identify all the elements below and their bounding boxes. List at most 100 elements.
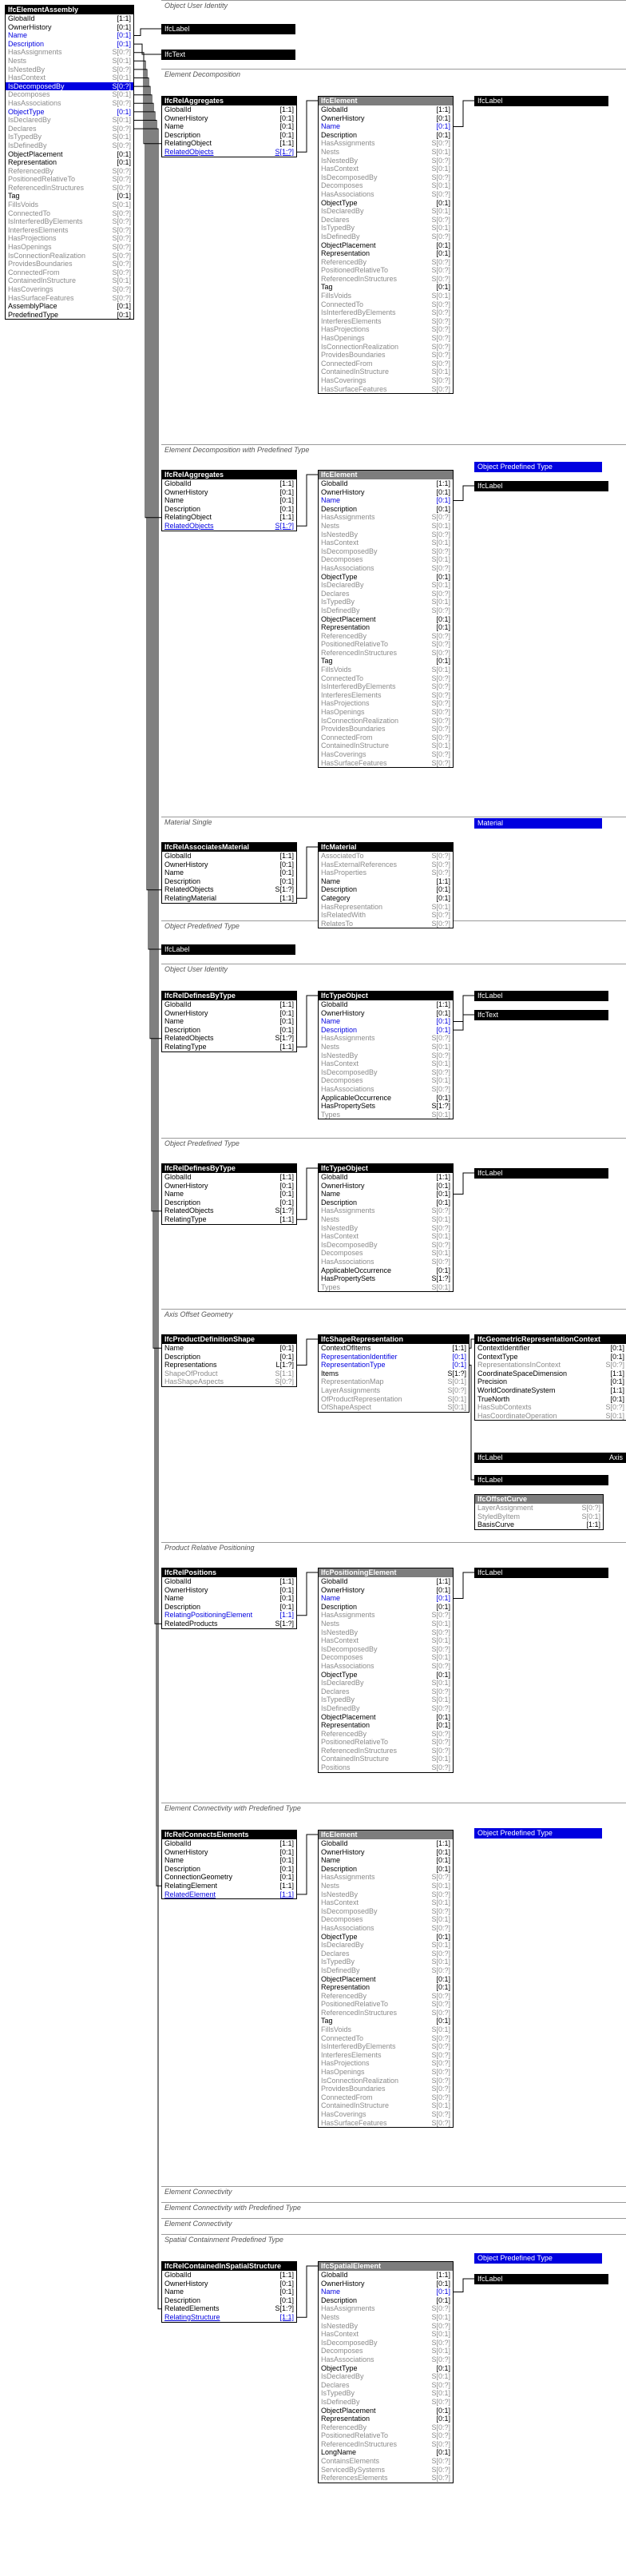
attribute-row[interactable]: ContainsElements S[0:?] (319, 2457, 453, 2466)
attribute-row[interactable]: HasExternalReferences S[0:?] (319, 861, 453, 869)
attribute-row[interactable]: InterferesElements S[0:?] (319, 2051, 453, 2060)
attribute-row[interactable]: ReferencesElements S[0:?] (319, 2474, 453, 2483)
attribute-row[interactable]: GlobalId [1:1] (6, 14, 133, 23)
entity-box[interactable]: IfcTypeObject GlobalId [1:1] OwnerHistory [0… (318, 1163, 454, 1293)
attribute-row[interactable]: ReferencedInStructures S[0:?] (319, 275, 453, 284)
attribute-row[interactable]: Name [0:1] (162, 1856, 296, 1865)
attribute-row[interactable]: OwnerHistory [0:1] (162, 1586, 296, 1595)
attribute-row[interactable]: HasAssociations S[0:?] (319, 1662, 453, 1671)
entity-box[interactable]: IfcRelConnectsElements GlobalId [1:1] Owner… (161, 1830, 297, 1900)
attribute-row[interactable]: Description [0:1] (319, 2296, 453, 2305)
attribute-row[interactable]: ObjectType [0:1] (319, 573, 453, 582)
attribute-row[interactable]: HasAssociations S[0:?] (319, 564, 453, 573)
attribute-row[interactable]: IsDeclaredBy S[0:1] (319, 1941, 453, 1950)
attribute-row[interactable]: BasisCurve [1:1] (475, 1521, 603, 1529)
attribute-row[interactable]: ObjectType [0:1] (319, 2364, 453, 2373)
entity-box[interactable]: IfcElement GlobalId [1:1] OwnerHistory [0:1]… (318, 1830, 454, 2129)
attribute-row[interactable]: OfShapeAspect S[0:1] (319, 1403, 469, 1412)
attribute-row[interactable]: HasSurfaceFeatures S[0:?] (319, 385, 453, 394)
attribute-row[interactable]: HasProjections S[0:?] (319, 2059, 453, 2068)
attribute-row[interactable]: Name [0:1] (162, 496, 296, 505)
entity-title[interactable]: IfcRelAggregates (162, 97, 296, 105)
attribute-row[interactable]: Nests S[0:1] (319, 1620, 453, 1628)
type-label[interactable]: IfcLabel (161, 944, 295, 955)
attribute-row[interactable]: OwnerHistory [0:1] (162, 114, 296, 123)
entity-box[interactable]: IfcRelDefinesByType GlobalId [1:1] OwnerHis… (161, 1163, 297, 1225)
attribute-row[interactable]: Name [0:1] (6, 31, 133, 40)
attribute-row[interactable]: Name [0:1] (162, 1017, 296, 1026)
attribute-row[interactable]: HasContext S[0:1] (319, 1898, 453, 1907)
attribute-row[interactable]: Nests S[0:1] (319, 522, 453, 531)
attribute-row[interactable]: HasAssociations S[0:?] (319, 1085, 453, 1094)
attribute-row[interactable]: RelatingObject [1:1] (162, 513, 296, 522)
attribute-row[interactable]: RelatedObjects S[1:?] (162, 148, 296, 157)
attribute-row[interactable]: ObjectPlacement [0:1] (319, 1713, 453, 1722)
attribute-row[interactable]: ObjectPlacement [0:1] (319, 615, 453, 624)
attribute-row[interactable]: HasPropertySets S[1:?] (319, 1102, 453, 1111)
attribute-row[interactable]: ContextOfItems [1:1] (319, 1344, 469, 1353)
entity-box[interactable]: IfcElementAssembly GlobalId [1:1] OwnerHist… (5, 5, 134, 320)
attribute-row[interactable]: IsInterferedByElements S[0:?] (319, 682, 453, 691)
attribute-row[interactable]: Representation [0:1] (319, 1721, 453, 1730)
attribute-row[interactable]: RelatedObjects S[1:?] (162, 522, 296, 531)
attribute-row[interactable]: InterferesElements S[0:?] (319, 691, 453, 700)
attribute-row[interactable]: ObjectPlacement [0:1] (319, 1975, 453, 1984)
attribute-row[interactable]: FillsVoids S[0:1] (6, 201, 133, 209)
entity-box[interactable]: IfcProductDefinitionShape Name [0:1] Descri… (161, 1334, 297, 1387)
attribute-row[interactable]: Precision [0:1] (475, 1377, 626, 1386)
attribute-row[interactable]: HasSurfaceFeatures S[0:?] (319, 759, 453, 768)
attribute-row[interactable]: Description [0:1] (162, 505, 296, 514)
attribute-row[interactable]: PositionedRelativeTo S[0:?] (319, 1738, 453, 1747)
entity-title[interactable]: IfcTypeObject (319, 992, 453, 1000)
attribute-row[interactable]: IsInterferedByElements S[0:?] (6, 217, 133, 226)
attribute-row[interactable]: RelatingObject [1:1] (162, 139, 296, 148)
attribute-row[interactable]: Description [0:1] (319, 1865, 453, 1874)
attribute-row[interactable]: RelatingPositioningElement [1:1] (162, 1611, 296, 1620)
attribute-row[interactable]: HasContext S[0:1] (319, 1059, 453, 1068)
attribute-row[interactable]: ConnectedFrom S[0:?] (6, 268, 133, 277)
attribute-row[interactable]: HasCoverings S[0:?] (6, 285, 133, 294)
attribute-row[interactable]: IsDeclaredBy S[0:1] (6, 116, 133, 125)
attribute-row[interactable]: Declares S[0:?] (319, 590, 453, 598)
attribute-row[interactable]: ReferencedInStructures S[0:?] (6, 184, 133, 193)
attribute-row[interactable]: TrueNorth [0:1] (475, 1395, 626, 1404)
entity-box[interactable]: IfcRelDefinesByType GlobalId [1:1] OwnerHis… (161, 991, 297, 1052)
attribute-row[interactable]: IsDeclaredBy S[0:1] (319, 207, 453, 216)
attribute-row[interactable]: GlobalId [1:1] (162, 1173, 296, 1182)
attribute-row[interactable]: Decomposes S[0:1] (319, 1249, 453, 1258)
type-label[interactable]: IfcLabel (474, 96, 608, 106)
entity-title[interactable]: IfcRelAggregates (162, 471, 296, 479)
attribute-row[interactable]: ApplicableOccurrence [0:1] (319, 1266, 453, 1275)
attribute-row[interactable]: HasCoverings S[0:?] (319, 750, 453, 759)
attribute-row[interactable]: HasAssignments S[0:?] (319, 513, 453, 522)
entity-box[interactable]: IfcMaterial AssociatedTo S[0:?] HasExternal… (318, 842, 454, 929)
attribute-row[interactable]: ProvidesBoundaries S[0:?] (319, 725, 453, 733)
attribute-row[interactable]: OwnerHistory [0:1] (319, 114, 453, 123)
entity-box[interactable]: IfcElement GlobalId [1:1] OwnerHistory [0:1]… (318, 470, 454, 769)
attribute-row[interactable]: IsDecomposedBy S[0:?] (319, 2339, 453, 2347)
attribute-row[interactable]: PositionedRelativeTo S[0:?] (319, 266, 453, 275)
attribute-row[interactable]: HasOpenings S[0:?] (319, 708, 453, 717)
attribute-row[interactable]: Name [0:1] (162, 122, 296, 131)
entity-box[interactable]: IfcRelContainedInSpatialStructure GlobalI… (161, 2261, 297, 2323)
attribute-row[interactable]: HasAssignments S[0:?] (319, 1873, 453, 1882)
attribute-row[interactable]: FillsVoids S[0:1] (319, 2025, 453, 2034)
attribute-row[interactable]: IsDefinedBy S[0:?] (319, 1704, 453, 1713)
attribute-row[interactable]: Name [0:1] (319, 1190, 453, 1199)
attribute-row[interactable]: IsConnectionRealization S[0:?] (319, 717, 453, 725)
attribute-row[interactable]: OwnerHistory [0:1] (6, 23, 133, 32)
attribute-row[interactable]: Decomposes S[0:1] (319, 1915, 453, 1924)
type-label[interactable]: IfcLabel (474, 1475, 608, 1485)
attribute-row[interactable]: GlobalId [1:1] (162, 1577, 296, 1586)
attribute-row[interactable]: Decomposes S[0:1] (6, 90, 133, 99)
attribute-row[interactable]: IsDeclaredBy S[0:1] (319, 2372, 453, 2381)
attribute-row[interactable]: HasOpenings S[0:?] (319, 334, 453, 343)
attribute-row[interactable]: InterferesElements S[0:?] (6, 226, 133, 235)
attribute-row[interactable]: RelatedElement [1:1] (162, 1890, 296, 1899)
attribute-row[interactable]: HasProperties S[0:?] (319, 869, 453, 877)
attribute-row[interactable]: ContainedInStructure S[0:1] (319, 368, 453, 376)
attribute-row[interactable]: Name [0:1] (162, 1190, 296, 1199)
attribute-row[interactable]: HasAssociations S[0:?] (319, 1258, 453, 1266)
entity-title[interactable]: IfcRelAssociatesMaterial (162, 843, 296, 852)
attribute-row[interactable]: RelatedObjects S[1:?] (162, 1034, 296, 1043)
